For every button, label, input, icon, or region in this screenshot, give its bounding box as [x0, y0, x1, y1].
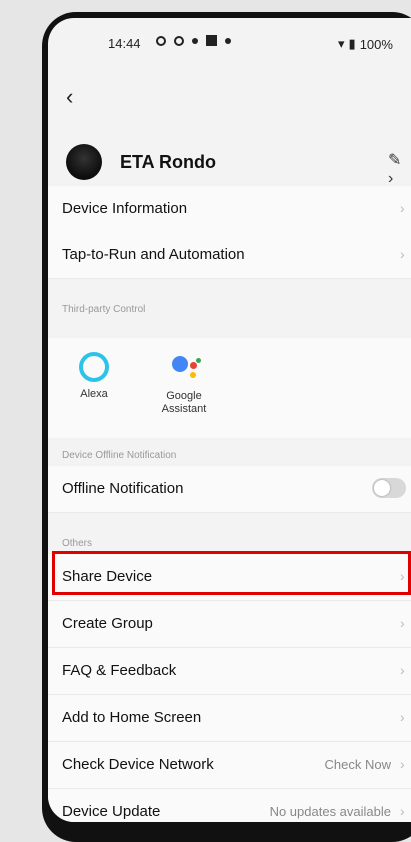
others-section-title: Others	[62, 538, 93, 549]
check-network-row[interactable]: Check Device Network Check Now ›	[48, 742, 411, 789]
create-group-label: Create Group	[62, 615, 153, 632]
alexa-icon	[79, 352, 109, 382]
add-home-screen-row[interactable]: Add to Home Screen ›	[48, 695, 411, 742]
status-right: ▾ ▮ 100%	[338, 36, 393, 52]
offline-notification-toggle[interactable]	[372, 478, 406, 498]
chevron-right-icon: ›	[400, 709, 405, 725]
device-name: ETA Rondo	[120, 152, 216, 172]
status-notification-icons	[156, 35, 231, 46]
notification-icon	[206, 35, 217, 46]
battery-percent: 100%	[359, 36, 393, 52]
wifi-icon: ▾	[338, 36, 345, 51]
add-home-screen-label: Add to Home Screen	[62, 709, 202, 726]
notification-icon	[174, 35, 184, 46]
device-update-label: Device Update	[62, 803, 161, 820]
third-party-section-title: Third-party Control	[62, 304, 146, 315]
google-assistant-icon	[164, 352, 204, 384]
offline-notification-label: Offline Notification	[62, 480, 184, 497]
device-update-value: No updates available	[269, 804, 391, 819]
tap-to-run-row[interactable]: Tap-to-Run and Automation ›	[48, 232, 411, 279]
tap-to-run-label: Tap-to-Run and Automation	[62, 246, 245, 263]
faq-feedback-row[interactable]: FAQ & Feedback ›	[48, 648, 411, 695]
chevron-right-icon: ›	[400, 200, 405, 216]
chevron-right-icon: ›	[400, 615, 405, 631]
create-group-row[interactable]: Create Group ›	[48, 601, 411, 648]
chevron-right-icon: ›	[400, 662, 405, 678]
check-network-value: Check Now	[324, 757, 391, 772]
notification-icon	[192, 37, 198, 44]
chevron-right-icon: ›	[400, 246, 405, 262]
device-information-row[interactable]: Device Information ›	[48, 186, 411, 233]
offline-notification-row: Offline Notification	[48, 466, 411, 513]
chevron-right-icon: ›	[400, 756, 405, 772]
third-party-control-panel: Alexa Google Assistant	[48, 338, 411, 438]
alexa-button[interactable]: Alexa	[54, 352, 134, 401]
home-indicator	[180, 827, 290, 831]
share-device-row[interactable]: Share Device ›	[48, 554, 411, 601]
google-assistant-label: Google Assistant	[161, 390, 207, 415]
back-arrow-icon[interactable]: ‹	[66, 84, 73, 110]
more-notifications-icon	[225, 37, 231, 44]
chevron-right-icon: ›	[400, 803, 405, 819]
status-time: 14:44	[108, 36, 141, 51]
device-avatar	[66, 144, 102, 180]
device-update-row[interactable]: Device Update No updates available ›	[48, 789, 411, 822]
alexa-label: Alexa	[80, 388, 108, 400]
battery-icon: ▮	[348, 36, 356, 51]
device-header: ETA Rondo ✎ ›	[48, 122, 411, 187]
status-bar: 14:44 ▾ ▮ 100%	[48, 18, 411, 70]
device-information-label: Device Information	[62, 200, 188, 217]
offline-section-title: Device Offline Notification	[62, 450, 177, 461]
google-assistant-button[interactable]: Google Assistant	[144, 352, 224, 416]
toggle-knob	[374, 480, 390, 496]
edit-name-icon[interactable]: ✎ ›	[388, 150, 411, 188]
notification-icon	[156, 35, 166, 46]
share-device-label: Share Device	[62, 568, 153, 585]
chevron-right-icon: ›	[400, 568, 405, 584]
screen: 14:44 ▾ ▮ 100% ‹ ETA Rondo ✎ › Device In…	[48, 18, 411, 822]
faq-feedback-label: FAQ & Feedback	[62, 662, 177, 679]
check-network-label: Check Device Network	[62, 756, 214, 773]
